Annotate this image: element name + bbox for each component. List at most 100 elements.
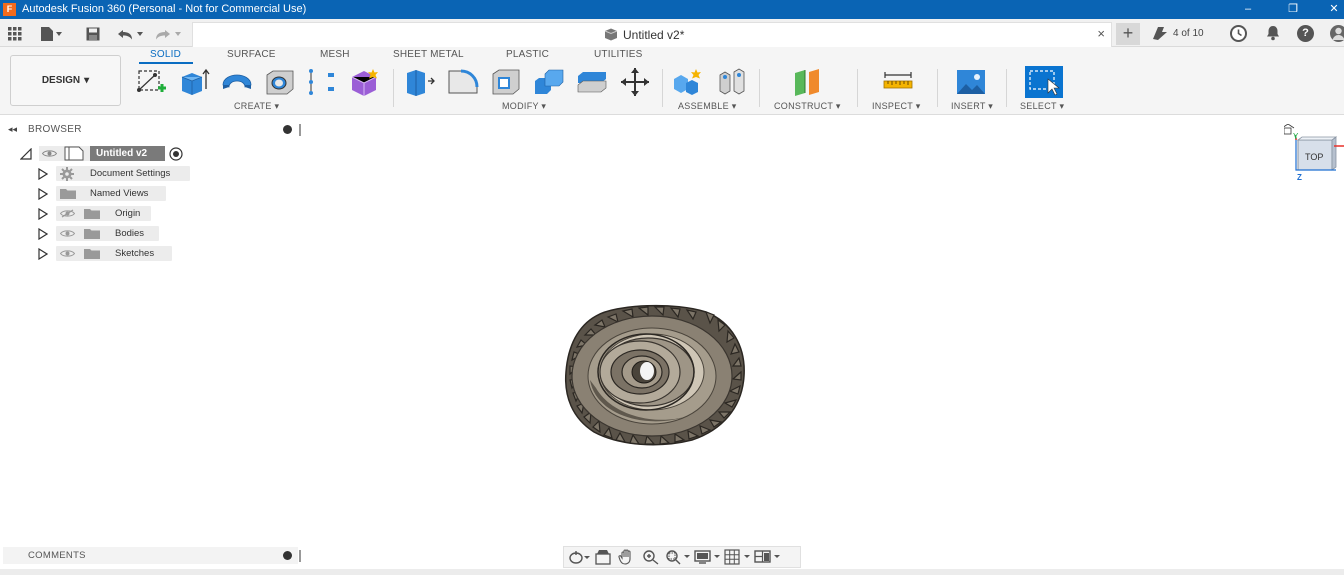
collapse-panel-button[interactable]: ◂◂ xyxy=(8,124,17,135)
eye-icon[interactable] xyxy=(60,229,75,238)
eye-icon[interactable] xyxy=(42,149,57,158)
measure-icon[interactable] xyxy=(882,67,914,97)
inspect-group-label[interactable]: INSPECT ▾ xyxy=(872,101,921,112)
ribbon-separator xyxy=(759,69,760,107)
new-tab-button[interactable]: + xyxy=(1116,23,1140,45)
expand-arrow-icon[interactable] xyxy=(38,208,48,220)
offset-plane-icon[interactable] xyxy=(792,67,824,97)
fusion-app-window: F Autodesk Fusion 360 (Personal - Not fo… xyxy=(0,0,1344,575)
extrude-icon[interactable] xyxy=(178,67,210,97)
expand-arrow-icon[interactable] xyxy=(38,248,48,260)
look-at-button[interactable] xyxy=(592,548,614,566)
minimize-button[interactable]: – xyxy=(1236,1,1260,18)
document-root-icon xyxy=(64,146,84,161)
construct-group-label[interactable]: CONSTRUCT ▾ xyxy=(774,101,841,112)
press-pull-icon[interactable] xyxy=(404,67,436,97)
notifications-button[interactable] xyxy=(1264,25,1281,42)
active-tab-indicator xyxy=(139,62,193,64)
help-button[interactable]: ? xyxy=(1297,25,1314,42)
insert-image-icon[interactable] xyxy=(955,67,987,97)
eye-hidden-icon[interactable] xyxy=(60,209,75,218)
select-group-label[interactable]: SELECT ▾ xyxy=(1020,101,1064,112)
view-cube[interactable]: TOP Y Z xyxy=(1281,123,1344,184)
model-viewport-body[interactable] xyxy=(556,298,752,448)
fit-window-button[interactable] xyxy=(664,548,692,566)
pattern-icon[interactable] xyxy=(306,67,338,97)
joint-icon[interactable] xyxy=(716,67,748,97)
job-status[interactable]: 4 of 10 xyxy=(1152,26,1204,40)
fusion-logo-icon: F xyxy=(3,3,16,16)
activate-radio-icon[interactable] xyxy=(169,147,183,161)
display-settings-button[interactable] xyxy=(694,548,722,566)
panel-pin-button[interactable] xyxy=(283,125,292,134)
comments-pin-button[interactable] xyxy=(283,551,292,560)
modify-group-label[interactable]: MODIFY ▾ xyxy=(502,101,546,112)
pan-button[interactable] xyxy=(616,548,638,566)
new-component-icon[interactable] xyxy=(672,67,704,97)
window-title: Autodesk Fusion 360 (Personal - Not for … xyxy=(22,3,307,15)
eye-icon[interactable] xyxy=(60,249,75,258)
zoom-window-icon xyxy=(666,550,690,565)
tree-item-named-views[interactable]: Named Views xyxy=(56,186,166,201)
zoom-button[interactable] xyxy=(640,548,662,566)
expand-arrow-icon[interactable] xyxy=(38,228,48,240)
look-at-icon xyxy=(595,550,611,565)
tree-item-origin[interactable]: Origin xyxy=(56,206,151,221)
tree-item-label: Bodies xyxy=(115,228,145,239)
move-copy-icon[interactable] xyxy=(619,67,651,97)
create-sketch-icon[interactable] xyxy=(136,67,168,97)
document-tab[interactable]: Untitled v2* × xyxy=(192,22,1112,47)
grid-settings-button[interactable] xyxy=(724,548,752,566)
redo-button[interactable] xyxy=(155,25,185,43)
create-form-icon[interactable] xyxy=(349,67,381,97)
create-group-label[interactable]: CREATE ▾ xyxy=(234,101,279,112)
hole-icon[interactable] xyxy=(264,67,296,97)
offset-face-icon[interactable] xyxy=(576,67,608,97)
tab-solid[interactable]: SOLID xyxy=(150,49,181,61)
tab-utilities[interactable]: UTILITIES xyxy=(594,49,642,61)
home-view-icon[interactable] xyxy=(1281,123,1295,129)
user-avatar[interactable] xyxy=(1330,25,1344,42)
bore-highlight xyxy=(640,362,654,380)
expand-arrow-icon[interactable] xyxy=(38,188,48,200)
tree-item-document-settings[interactable]: Document Settings xyxy=(56,166,190,181)
tab-mesh[interactable]: MESH xyxy=(320,49,350,61)
save-icon xyxy=(86,27,100,41)
insert-group-label[interactable]: INSERT ▾ xyxy=(951,101,993,112)
fillet-icon[interactable] xyxy=(447,67,479,97)
tab-sheet-metal[interactable]: SHEET METAL xyxy=(393,49,464,61)
combine-icon[interactable] xyxy=(533,67,565,97)
workspace-label: DESIGN xyxy=(41,75,81,86)
tree-item-label: Document Settings xyxy=(90,168,171,179)
job-status-label: 4 of 10 xyxy=(1173,27,1204,39)
comments-resize-handle[interactable] xyxy=(299,550,301,562)
tree-item-label: Sketches xyxy=(115,248,155,259)
file-menu-button[interactable] xyxy=(40,25,64,43)
tree-item-sketches[interactable]: Sketches xyxy=(56,246,172,261)
orbit-button[interactable] xyxy=(568,548,590,566)
tree-item-bodies[interactable]: Bodies xyxy=(56,226,159,241)
viewports-icon xyxy=(754,550,780,563)
history-clock-button[interactable] xyxy=(1230,25,1247,42)
shell-icon[interactable] xyxy=(490,67,522,97)
assemble-group-label[interactable]: ASSEMBLE ▾ xyxy=(678,101,737,112)
expand-arrow-icon[interactable] xyxy=(38,168,48,180)
panel-resize-handle[interactable] xyxy=(299,124,301,136)
close-window-button[interactable]: ✕ xyxy=(1322,1,1344,18)
restore-button[interactable]: ❐ xyxy=(1281,1,1305,18)
revolve-icon[interactable] xyxy=(221,67,253,97)
viewports-button[interactable] xyxy=(754,548,782,566)
undo-button[interactable] xyxy=(117,25,147,43)
title-bar: F Autodesk Fusion 360 (Personal - Not fo… xyxy=(0,0,1344,19)
workspace-switcher-button[interactable]: DESIGN ▾ xyxy=(10,55,121,106)
close-document-button[interactable]: × xyxy=(1097,26,1105,41)
save-button[interactable] xyxy=(86,25,100,43)
tab-surface[interactable]: SURFACE xyxy=(227,49,276,61)
chevron-down-icon: ▾ xyxy=(84,75,90,86)
comments-panel-header[interactable]: COMMENTS xyxy=(3,547,298,564)
select-icon[interactable] xyxy=(1025,66,1063,98)
data-panel-button[interactable] xyxy=(8,25,22,43)
expanded-triangle-icon[interactable] xyxy=(20,148,32,160)
zoom-icon xyxy=(643,550,659,565)
tab-plastic[interactable]: PLASTIC xyxy=(506,49,549,61)
